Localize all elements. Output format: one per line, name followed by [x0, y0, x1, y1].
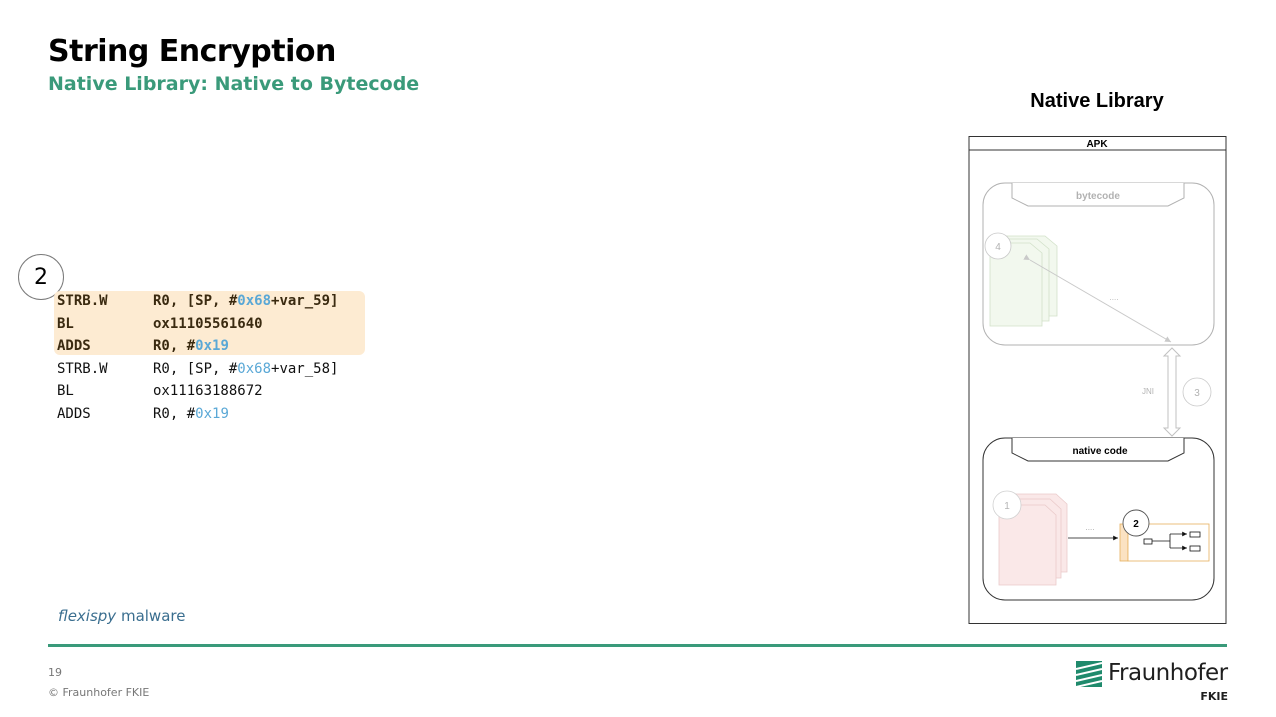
- code-operand-text: ox11105561640: [153, 315, 263, 332]
- native-code-label: native code: [1072, 446, 1127, 457]
- code-opcode: BL: [57, 383, 74, 399]
- footer-italic-text: flexispy: [58, 607, 117, 625]
- assembly-code-block: STRB.W R0, [SP, #0x68+var_59] BL ox11105561…: [57, 290, 338, 425]
- code-operand-text: R0, #: [153, 338, 196, 354]
- fraunhofer-logo: Fraunhofer FKIE: [1076, 659, 1228, 707]
- code-operands: R0, [SP, #0x68+var_58]: [153, 358, 338, 381]
- native-library-diagram: APK bytecode 4 .... JNI 3 native code 1: [968, 136, 1227, 624]
- code-hex-literal: 0x68: [237, 360, 272, 377]
- code-operand-text: ox11163188672: [153, 383, 263, 399]
- code-operands: R0, #0x19: [153, 335, 229, 358]
- code-line: BL ox11163188672: [57, 380, 338, 403]
- step-1-label: 1: [1004, 501, 1010, 512]
- code-line: ADDS R0, #0x19: [57, 403, 338, 426]
- slide-subtitle: Native Library: Native to Bytecode: [48, 73, 420, 95]
- code-operand-text: R0, [SP, #: [153, 293, 238, 309]
- step-4-label: 4: [995, 242, 1001, 253]
- page-number: 19: [48, 666, 62, 679]
- step-2-label: 2: [1133, 519, 1139, 530]
- jni-label: JNI: [1142, 387, 1154, 396]
- code-line: BL ox11105561640: [57, 313, 338, 336]
- code-opcode: ADDS: [57, 405, 91, 422]
- fraunhofer-logo-mark-icon: [1076, 661, 1102, 687]
- code-operand-text: +var_59]: [271, 293, 339, 309]
- footer-caption: flexispy malware: [58, 607, 185, 625]
- step-3-label: 3: [1194, 388, 1200, 399]
- code-operand-text: +var_58]: [271, 360, 339, 377]
- slide-title: String Encryption: [48, 34, 336, 69]
- code-opcode: STRB.W: [57, 293, 108, 309]
- logo-wordmark: Fraunhofer: [1108, 660, 1228, 686]
- code-line: STRB.W R0, [SP, #0x68+var_59]: [57, 290, 338, 313]
- code-operands: ox11163188672: [153, 380, 263, 403]
- code-hex-literal: 0x19: [195, 338, 229, 354]
- code-operands: ox11105561640: [153, 313, 263, 336]
- code-operands: R0, #0x19: [153, 403, 229, 426]
- code-operands: R0, [SP, #0x68+var_59]: [153, 290, 338, 313]
- code-opcode: ADDS: [57, 338, 91, 354]
- ellipsis-top: ....: [1110, 293, 1119, 302]
- logo-institute: FKIE: [1200, 690, 1228, 703]
- diagram-title: Native Library: [1030, 90, 1164, 112]
- code-hex-literal: 0x19: [195, 405, 229, 422]
- copyright-notice: © Fraunhofer FKIE: [48, 686, 150, 699]
- code-opcode: BL: [57, 315, 74, 332]
- code-line: ADDS R0, #0x19: [57, 335, 338, 358]
- apk-label: APK: [1086, 139, 1108, 150]
- code-operand-text: R0, [SP, #: [153, 360, 238, 377]
- code-opcode: STRB.W: [57, 360, 108, 377]
- code-operand-text: R0, #: [153, 405, 196, 422]
- code-hex-literal: 0x68: [237, 293, 272, 309]
- footer-plain-text: malware: [116, 607, 186, 625]
- footer-divider: [48, 644, 1227, 647]
- ellipsis-bottom: ....: [1086, 523, 1095, 532]
- bytecode-label: bytecode: [1076, 191, 1120, 202]
- code-line: STRB.W R0, [SP, #0x68+var_58]: [57, 358, 338, 381]
